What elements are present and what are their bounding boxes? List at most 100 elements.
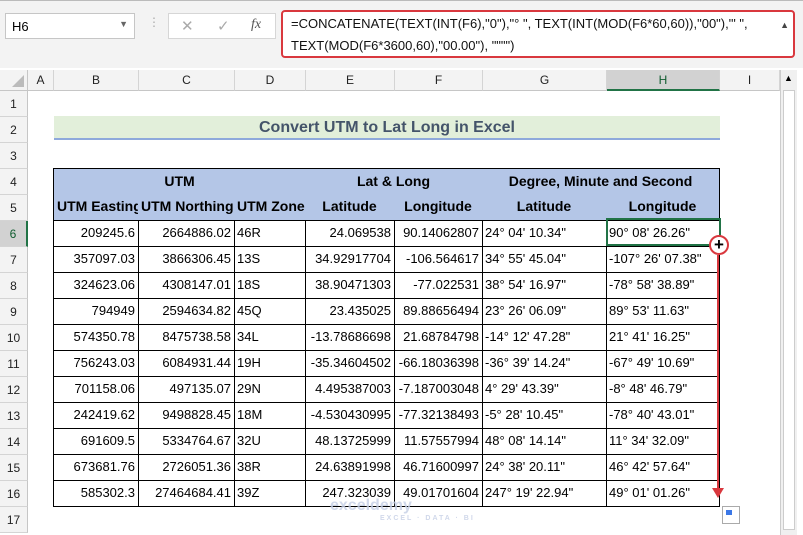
table-cell[interactable]: -107° 26' 07.38" (606, 246, 720, 273)
table-cell[interactable]: -36° 39' 14.24" (482, 350, 607, 377)
table-cell[interactable]: 673681.76 (53, 454, 139, 481)
column-label[interactable]: UTM Zone (234, 194, 306, 221)
table-cell[interactable]: 38R (234, 454, 306, 481)
column-header-D[interactable]: D (235, 70, 306, 91)
column-header-C[interactable]: C (139, 70, 235, 91)
table-cell[interactable]: 38° 54' 16.97" (482, 272, 607, 299)
table-cell[interactable]: 13S (234, 246, 306, 273)
table-cell[interactable]: 23° 26' 06.09" (482, 298, 607, 325)
table-cell[interactable]: 90.14062807 (394, 220, 483, 247)
table-cell[interactable]: 18M (234, 402, 306, 429)
row-header-1[interactable]: 1 (0, 91, 28, 117)
table-cell[interactable]: 21.68784798 (394, 324, 483, 351)
formula-input[interactable]: =CONCATENATE(TEXT(INT(F6),"0"),"° ", TEX… (281, 10, 795, 58)
table-cell[interactable]: 585302.3 (53, 480, 139, 507)
table-cell[interactable]: 48° 08' 14.14" (482, 428, 607, 455)
table-cell[interactable]: -106.564617 (394, 246, 483, 273)
column-header-H[interactable]: H (607, 70, 720, 91)
table-cell[interactable]: 24.63891998 (305, 454, 395, 481)
table-cell[interactable]: 21° 41' 16.25" (606, 324, 720, 351)
row-header-3[interactable]: 3 (0, 143, 28, 169)
row-header-5[interactable]: 5 (0, 195, 28, 221)
table-cell[interactable]: 4.495387003 (305, 376, 395, 403)
group-header[interactable]: Degree, Minute and Second (482, 168, 720, 195)
column-header-I[interactable]: I (720, 70, 780, 91)
chevron-down-icon[interactable]: ▼ (119, 19, 128, 29)
table-cell[interactable]: 8475738.58 (138, 324, 235, 351)
table-cell[interactable]: 357097.03 (53, 246, 139, 273)
table-cell[interactable]: 4° 29' 43.39" (482, 376, 607, 403)
table-cell[interactable]: 18S (234, 272, 306, 299)
table-cell[interactable]: 242419.62 (53, 402, 139, 429)
table-cell[interactable]: 46° 42' 57.64" (606, 454, 720, 481)
row-header-12[interactable]: 12 (0, 377, 28, 403)
row-header-8[interactable]: 8 (0, 273, 28, 299)
table-cell[interactable]: -67° 49' 10.69" (606, 350, 720, 377)
row-header-14[interactable]: 14 (0, 429, 28, 455)
row-header-15[interactable]: 15 (0, 455, 28, 481)
column-label[interactable]: Longitude (394, 194, 483, 221)
table-cell[interactable]: 691609.5 (53, 428, 139, 455)
table-cell[interactable]: -13.78686698 (305, 324, 395, 351)
table-cell[interactable]: 11.57557994 (394, 428, 483, 455)
row-header-6[interactable]: 6 (0, 221, 28, 247)
enter-check-icon[interactable]: ✓ (217, 17, 230, 35)
table-cell[interactable]: 794949 (53, 298, 139, 325)
table-cell[interactable]: 23.435025 (305, 298, 395, 325)
column-header-E[interactable]: E (306, 70, 395, 91)
table-cell[interactable]: 6084931.44 (138, 350, 235, 377)
row-header-9[interactable]: 9 (0, 299, 28, 325)
table-cell[interactable]: 46.71600997 (394, 454, 483, 481)
table-cell[interactable]: 756243.03 (53, 350, 139, 377)
table-cell[interactable]: 34.92917704 (305, 246, 395, 273)
row-header-16[interactable]: 16 (0, 481, 28, 507)
vertical-scrollbar[interactable]: ▲ (780, 70, 797, 535)
column-header-B[interactable]: B (54, 70, 139, 91)
insert-function-icon[interactable]: fx (251, 17, 261, 33)
table-cell[interactable]: 11° 34' 32.09" (606, 428, 720, 455)
row-header-2[interactable]: 2 (0, 117, 28, 143)
table-cell[interactable]: 34L (234, 324, 306, 351)
table-cell[interactable]: 2594634.82 (138, 298, 235, 325)
table-cell[interactable]: 89° 53' 11.63" (606, 298, 720, 325)
table-cell[interactable]: 48.13725999 (305, 428, 395, 455)
table-cell[interactable]: 247° 19' 22.94" (482, 480, 607, 507)
group-header[interactable]: UTM (53, 168, 306, 195)
table-cell[interactable]: 497135.07 (138, 376, 235, 403)
table-cell[interactable]: 38.90471303 (305, 272, 395, 299)
table-cell[interactable]: 90° 08' 26.26" (606, 220, 720, 247)
row-header-7[interactable]: 7 (0, 247, 28, 273)
row-header-17[interactable]: 17 (0, 507, 28, 533)
auto-fill-options-icon[interactable] (722, 506, 740, 524)
column-label[interactable]: Latitude (482, 194, 607, 221)
row-header-13[interactable]: 13 (0, 403, 28, 429)
scroll-up-icon[interactable]: ▲ (784, 73, 793, 83)
table-cell[interactable]: 24° 04' 10.34" (482, 220, 607, 247)
table-cell[interactable]: 9498828.45 (138, 402, 235, 429)
table-cell[interactable]: 89.88656494 (394, 298, 483, 325)
scroll-thumb[interactable] (783, 90, 795, 530)
column-header-G[interactable]: G (483, 70, 607, 91)
table-cell[interactable]: -78° 58' 38.89" (606, 272, 720, 299)
table-cell[interactable]: -77.022531 (394, 272, 483, 299)
table-cell[interactable]: 46R (234, 220, 306, 247)
column-label[interactable]: UTM Easting (53, 194, 139, 221)
table-cell[interactable]: 39Z (234, 480, 306, 507)
group-header[interactable]: Lat & Long (305, 168, 483, 195)
table-cell[interactable]: 27464684.41 (138, 480, 235, 507)
table-cell[interactable]: -77.32138493 (394, 402, 483, 429)
table-cell[interactable]: 34° 55' 45.04" (482, 246, 607, 273)
row-header-4[interactable]: 4 (0, 169, 28, 195)
table-cell[interactable]: -66.18036398 (394, 350, 483, 377)
column-label[interactable]: UTM Northing (138, 194, 235, 221)
row-header-11[interactable]: 11 (0, 351, 28, 377)
column-label[interactable]: Latitude (305, 194, 395, 221)
table-cell[interactable]: 209245.6 (53, 220, 139, 247)
column-header-F[interactable]: F (395, 70, 483, 91)
drag-handle-icon[interactable]: ⋮ (148, 15, 160, 29)
name-box[interactable]: H6 ▼ (5, 13, 135, 39)
row-header-10[interactable]: 10 (0, 325, 28, 351)
table-cell[interactable]: 24.069538 (305, 220, 395, 247)
table-cell[interactable]: 45Q (234, 298, 306, 325)
table-cell[interactable]: 2726051.36 (138, 454, 235, 481)
